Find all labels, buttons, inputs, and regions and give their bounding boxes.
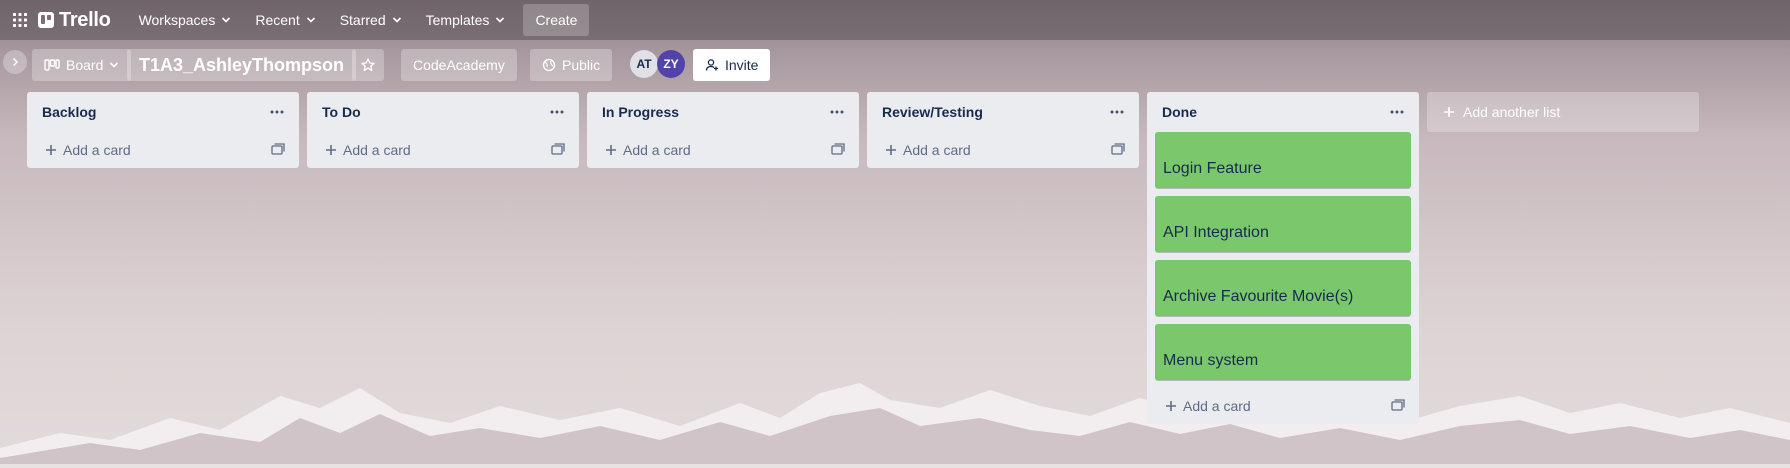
card-title: API Integration	[1163, 224, 1269, 241]
add-list-label: Add another list	[1463, 104, 1561, 120]
invite-label: Invite	[725, 57, 759, 73]
member-avatar[interactable]: ZY	[657, 50, 685, 78]
template-icon[interactable]	[831, 142, 845, 158]
board-title: T1A3_AshleyThompson	[139, 54, 345, 75]
plus-icon	[326, 145, 336, 155]
list-more-icon[interactable]	[1387, 102, 1407, 122]
background-mountains	[0, 378, 1790, 468]
nav-workspaces[interactable]: Workspaces	[129, 6, 242, 34]
list-header: To Do	[307, 92, 579, 132]
chevron-down-icon	[496, 17, 505, 23]
chevron-down-icon	[392, 17, 401, 23]
add-card-button[interactable]: Add a card	[325, 142, 411, 158]
add-card-button[interactable]: Add a card	[885, 142, 971, 158]
create-button[interactable]: Create	[523, 4, 590, 36]
globe-icon	[542, 58, 556, 72]
invite-button[interactable]: Invite	[693, 49, 771, 81]
list-title[interactable]: Backlog	[42, 104, 96, 120]
plus-icon	[46, 145, 56, 155]
app-switcher-icon[interactable]	[8, 8, 32, 32]
add-card-label: Add a card	[903, 142, 971, 158]
add-card-label: Add a card	[343, 142, 411, 158]
trello-logo[interactable]: Trello	[38, 9, 111, 32]
list-backlog: Backlog Add a card	[27, 92, 299, 168]
visibility-label: Public	[562, 57, 601, 73]
visibility-button[interactable]: Public	[530, 49, 613, 81]
list-title[interactable]: To Do	[322, 104, 361, 120]
plus-icon	[1166, 401, 1176, 411]
add-card-label: Add a card	[623, 142, 691, 158]
plus-icon	[1444, 107, 1454, 117]
card-title: Menu system	[1163, 352, 1259, 369]
chevron-down-icon	[222, 17, 231, 23]
add-card-button[interactable]: Add a card	[605, 142, 691, 158]
add-another-list-button[interactable]: Add another list	[1427, 92, 1699, 132]
plus-icon	[886, 145, 896, 155]
list-review-testing: Review/Testing Add a card	[867, 92, 1139, 168]
nav-recent[interactable]: Recent	[245, 6, 325, 34]
list-header: Backlog	[27, 92, 299, 132]
list-title[interactable]: In Progress	[602, 104, 679, 120]
board-view-switcher[interactable]: Board	[32, 49, 132, 81]
list-title[interactable]: Review/Testing	[882, 104, 983, 120]
star-icon	[361, 58, 375, 72]
nav-recent-label: Recent	[255, 12, 300, 28]
card-title: Archive Favourite Movie(s)	[1163, 288, 1354, 305]
list-more-icon[interactable]	[267, 102, 287, 122]
add-user-icon	[705, 59, 718, 71]
template-icon[interactable]	[551, 142, 565, 158]
card-archive-favourite-movies[interactable]: Archive Favourite Movie(s)	[1155, 260, 1411, 316]
list-title[interactable]: Done	[1162, 104, 1197, 120]
card-list: Login Feature API Integration Archive Fa…	[1147, 132, 1419, 380]
chevron-right-icon	[12, 57, 19, 67]
nav-starred-label: Starred	[339, 12, 386, 28]
list-done: Done Login Feature API Integration Archi…	[1147, 92, 1419, 424]
board-view-label: Board	[66, 57, 104, 73]
member-initials: ZY	[663, 57, 679, 71]
add-card-row: Add a card	[587, 132, 859, 168]
nav-templates-label: Templates	[425, 12, 490, 28]
add-card-button[interactable]: Add a card	[45, 142, 131, 158]
add-card-row: Add a card	[1147, 388, 1419, 424]
template-icon[interactable]	[1111, 142, 1125, 158]
sidebar-toggle-button[interactable]	[3, 50, 27, 74]
add-card-label: Add a card	[63, 142, 131, 158]
list-to-do: To Do Add a card	[307, 92, 579, 168]
list-more-icon[interactable]	[547, 102, 567, 122]
nav-workspaces-label: Workspaces	[138, 12, 216, 28]
workspace-label: CodeAcademy	[413, 57, 505, 73]
card-menu-system[interactable]: Menu system	[1155, 324, 1411, 380]
board-title-button[interactable]: T1A3_AshleyThompson	[127, 49, 357, 81]
add-card-row: Add a card	[867, 132, 1139, 168]
member-avatar[interactable]: AT	[630, 50, 658, 78]
board-view-icon	[44, 59, 60, 71]
trello-logo-icon	[38, 12, 54, 28]
add-card-row: Add a card	[27, 132, 299, 168]
list-in-progress: In Progress Add a card	[587, 92, 859, 168]
list-more-icon[interactable]	[1107, 102, 1127, 122]
list-header: Done	[1147, 92, 1419, 132]
list-header: In Progress	[587, 92, 859, 132]
logo-text: Trello	[59, 8, 111, 31]
member-initials: AT	[636, 57, 652, 71]
nav-starred[interactable]: Starred	[330, 6, 412, 34]
chevron-down-icon	[110, 62, 119, 68]
top-navigation-bar: Trello Workspaces Recent Starred Templat…	[0, 0, 1790, 40]
plus-icon	[606, 145, 616, 155]
card-login-feature[interactable]: Login Feature	[1155, 132, 1411, 188]
list-header: Review/Testing	[867, 92, 1139, 132]
star-board-button[interactable]	[352, 49, 384, 81]
template-icon[interactable]	[1391, 398, 1405, 414]
add-card-button[interactable]: Add a card	[1165, 398, 1251, 414]
add-card-label: Add a card	[1183, 398, 1251, 414]
chevron-down-icon	[306, 17, 315, 23]
list-more-icon[interactable]	[827, 102, 847, 122]
workspace-button[interactable]: CodeAcademy	[401, 49, 517, 81]
board-header: Board T1A3_AshleyThompson CodeAcademy Pu…	[0, 40, 1790, 90]
card-title: Login Feature	[1163, 160, 1262, 177]
nav-templates[interactable]: Templates	[416, 6, 516, 34]
add-card-row: Add a card	[307, 132, 579, 168]
template-icon[interactable]	[271, 142, 285, 158]
card-api-integration[interactable]: API Integration	[1155, 196, 1411, 252]
